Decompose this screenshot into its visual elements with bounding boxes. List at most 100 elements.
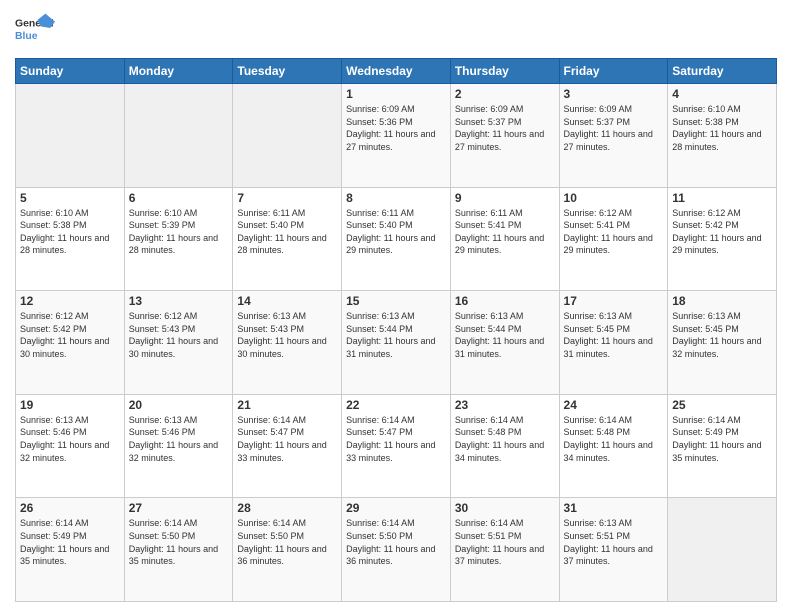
calendar-week-row: 5Sunrise: 6:10 AM Sunset: 5:38 PM Daylig… [16, 187, 777, 291]
calendar-day-cell: 10 Sunrise: 6:12 AM Sunset: 5:41 PM Dayli… [559, 187, 668, 291]
day-number: 28 [237, 501, 337, 515]
day-number: 20 [129, 398, 229, 412]
calendar-day-cell: 7 Sunrise: 6:11 AM Sunset: 5:40 PM Daylig… [233, 187, 342, 291]
calendar-day-cell: 15 Sunrise: 6:13 AM Sunset: 5:44 PM Dayli… [342, 291, 451, 395]
calendar-day-cell: 28 Sunrise: 6:14 AM Sunset: 5:50 PM Dayli… [233, 498, 342, 602]
day-info: Sunrise: 6:09 AM Sunset: 5:37 PM Dayligh… [564, 103, 664, 153]
header: General Blue [15, 10, 777, 50]
day-info: Sunrise: 6:14 AM Sunset: 5:51 PM Dayligh… [455, 517, 555, 567]
day-info: Sunrise: 6:09 AM Sunset: 5:37 PM Dayligh… [455, 103, 555, 153]
day-number: 21 [237, 398, 337, 412]
day-info: Sunrise: 6:14 AM Sunset: 5:47 PM Dayligh… [237, 414, 337, 464]
calendar-day-cell: 26 Sunrise: 6:14 AM Sunset: 5:49 PM Dayli… [16, 498, 125, 602]
calendar-day-header: Sunday [16, 59, 125, 84]
calendar-day-cell: 20 Sunrise: 6:13 AM Sunset: 5:46 PM Dayli… [124, 394, 233, 498]
day-info: Sunrise: 6:10 AM Sunset: 5:38 PM Dayligh… [672, 103, 772, 153]
calendar-day-header: Thursday [450, 59, 559, 84]
logo-bird-icon: General Blue [15, 10, 55, 50]
calendar-day-cell: 13 Sunrise: 6:12 AM Sunset: 5:43 PM Dayli… [124, 291, 233, 395]
calendar-day-cell: 8Sunrise: 6:11 AM Sunset: 5:40 PM Daylig… [342, 187, 451, 291]
calendar-day-cell: 21 Sunrise: 6:14 AM Sunset: 5:47 PM Dayli… [233, 394, 342, 498]
day-number: 2 [455, 87, 555, 101]
day-info: Sunrise: 6:14 AM Sunset: 5:49 PM Dayligh… [20, 517, 120, 567]
day-info: Sunrise: 6:13 AM Sunset: 5:44 PM Dayligh… [346, 310, 446, 360]
day-number: 18 [672, 294, 772, 308]
day-number: 4 [672, 87, 772, 101]
calendar-day-cell: 1Sunrise: 6:09 AM Sunset: 5:36 PM Daylig… [342, 84, 451, 188]
day-info: Sunrise: 6:14 AM Sunset: 5:48 PM Dayligh… [564, 414, 664, 464]
page: General Blue SundayMondayTuesdayWednesda… [0, 0, 792, 612]
day-info: Sunrise: 6:14 AM Sunset: 5:50 PM Dayligh… [237, 517, 337, 567]
day-info: Sunrise: 6:14 AM Sunset: 5:49 PM Dayligh… [672, 414, 772, 464]
calendar-day-cell: 23 Sunrise: 6:14 AM Sunset: 5:48 PM Dayli… [450, 394, 559, 498]
day-number: 17 [564, 294, 664, 308]
day-number: 26 [20, 501, 120, 515]
day-info: Sunrise: 6:12 AM Sunset: 5:43 PM Dayligh… [129, 310, 229, 360]
calendar-day-cell [233, 84, 342, 188]
calendar-day-cell [668, 498, 777, 602]
day-info: Sunrise: 6:10 AM Sunset: 5:38 PM Dayligh… [20, 207, 120, 257]
day-number: 7 [237, 191, 337, 205]
day-number: 6 [129, 191, 229, 205]
calendar-day-cell: 3Sunrise: 6:09 AM Sunset: 5:37 PM Daylig… [559, 84, 668, 188]
calendar-day-cell: 16 Sunrise: 6:13 AM Sunset: 5:44 PM Dayli… [450, 291, 559, 395]
day-info: Sunrise: 6:12 AM Sunset: 5:42 PM Dayligh… [20, 310, 120, 360]
day-number: 23 [455, 398, 555, 412]
calendar-table: SundayMondayTuesdayWednesdayThursdayFrid… [15, 58, 777, 602]
calendar-day-cell: 12Sunrise: 6:12 AM Sunset: 5:42 PM Dayli… [16, 291, 125, 395]
calendar-week-row: 19 Sunrise: 6:13 AM Sunset: 5:46 PM Dayli… [16, 394, 777, 498]
calendar-day-cell: 6 Sunrise: 6:10 AM Sunset: 5:39 PM Daylig… [124, 187, 233, 291]
day-info: Sunrise: 6:13 AM Sunset: 5:43 PM Dayligh… [237, 310, 337, 360]
calendar-day-cell: 18 Sunrise: 6:13 AM Sunset: 5:45 PM Dayli… [668, 291, 777, 395]
calendar-day-cell: 11Sunrise: 6:12 AM Sunset: 5:42 PM Dayli… [668, 187, 777, 291]
day-number: 22 [346, 398, 446, 412]
day-number: 10 [564, 191, 664, 205]
day-number: 16 [455, 294, 555, 308]
day-info: Sunrise: 6:13 AM Sunset: 5:45 PM Dayligh… [672, 310, 772, 360]
day-number: 19 [20, 398, 120, 412]
calendar-day-cell: 31 Sunrise: 6:13 AM Sunset: 5:51 PM Dayli… [559, 498, 668, 602]
day-info: Sunrise: 6:13 AM Sunset: 5:44 PM Dayligh… [455, 310, 555, 360]
day-info: Sunrise: 6:12 AM Sunset: 5:41 PM Dayligh… [564, 207, 664, 257]
calendar-day-header: Friday [559, 59, 668, 84]
calendar-day-header: Tuesday [233, 59, 342, 84]
calendar-day-header: Monday [124, 59, 233, 84]
calendar-day-cell [16, 84, 125, 188]
calendar-day-header: Wednesday [342, 59, 451, 84]
day-info: Sunrise: 6:14 AM Sunset: 5:50 PM Dayligh… [129, 517, 229, 567]
calendar-header-row: SundayMondayTuesdayWednesdayThursdayFrid… [16, 59, 777, 84]
calendar-day-cell [124, 84, 233, 188]
day-number: 9 [455, 191, 555, 205]
day-number: 13 [129, 294, 229, 308]
day-info: Sunrise: 6:14 AM Sunset: 5:48 PM Dayligh… [455, 414, 555, 464]
day-info: Sunrise: 6:13 AM Sunset: 5:45 PM Dayligh… [564, 310, 664, 360]
calendar-day-cell: 9 Sunrise: 6:11 AM Sunset: 5:41 PM Daylig… [450, 187, 559, 291]
calendar-day-cell: 24Sunrise: 6:14 AM Sunset: 5:48 PM Dayli… [559, 394, 668, 498]
day-number: 11 [672, 191, 772, 205]
calendar-day-cell: 30 Sunrise: 6:14 AM Sunset: 5:51 PM Dayli… [450, 498, 559, 602]
day-number: 30 [455, 501, 555, 515]
calendar-day-cell: 14Sunrise: 6:13 AM Sunset: 5:43 PM Dayli… [233, 291, 342, 395]
calendar-week-row: 12Sunrise: 6:12 AM Sunset: 5:42 PM Dayli… [16, 291, 777, 395]
day-info: Sunrise: 6:11 AM Sunset: 5:40 PM Dayligh… [346, 207, 446, 257]
calendar-day-cell: 29 Sunrise: 6:14 AM Sunset: 5:50 PM Dayli… [342, 498, 451, 602]
day-info: Sunrise: 6:11 AM Sunset: 5:40 PM Dayligh… [237, 207, 337, 257]
day-info: Sunrise: 6:10 AM Sunset: 5:39 PM Dayligh… [129, 207, 229, 257]
day-info: Sunrise: 6:11 AM Sunset: 5:41 PM Dayligh… [455, 207, 555, 257]
day-info: Sunrise: 6:13 AM Sunset: 5:46 PM Dayligh… [20, 414, 120, 464]
calendar-day-header: Saturday [668, 59, 777, 84]
calendar-day-cell: 17 Sunrise: 6:13 AM Sunset: 5:45 PM Dayli… [559, 291, 668, 395]
calendar-day-cell: 25Sunrise: 6:14 AM Sunset: 5:49 PM Dayli… [668, 394, 777, 498]
day-info: Sunrise: 6:13 AM Sunset: 5:46 PM Dayligh… [129, 414, 229, 464]
calendar-day-cell: 4 Sunrise: 6:10 AM Sunset: 5:38 PM Daylig… [668, 84, 777, 188]
day-info: Sunrise: 6:14 AM Sunset: 5:50 PM Dayligh… [346, 517, 446, 567]
day-info: Sunrise: 6:13 AM Sunset: 5:51 PM Dayligh… [564, 517, 664, 567]
svg-text:Blue: Blue [15, 31, 38, 42]
calendar-day-cell: 19 Sunrise: 6:13 AM Sunset: 5:46 PM Dayli… [16, 394, 125, 498]
calendar-day-cell: 2 Sunrise: 6:09 AM Sunset: 5:37 PM Daylig… [450, 84, 559, 188]
day-number: 31 [564, 501, 664, 515]
day-number: 15 [346, 294, 446, 308]
calendar-day-cell: 22Sunrise: 6:14 AM Sunset: 5:47 PM Dayli… [342, 394, 451, 498]
day-number: 29 [346, 501, 446, 515]
calendar-day-cell: 5Sunrise: 6:10 AM Sunset: 5:38 PM Daylig… [16, 187, 125, 291]
